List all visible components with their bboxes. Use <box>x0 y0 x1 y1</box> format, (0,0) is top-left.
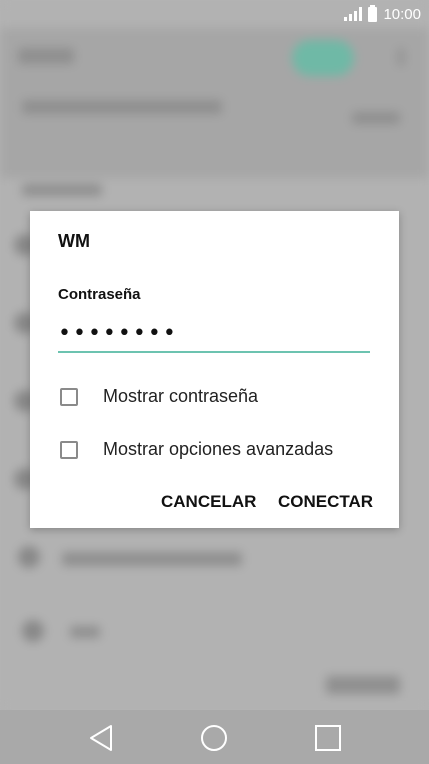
background-subtitle <box>22 100 222 114</box>
show-password-label: Mostrar contraseña <box>103 386 259 406</box>
battery-icon <box>368 4 378 22</box>
status-clock: 10:00 <box>383 5 421 23</box>
background-button <box>326 676 400 694</box>
advanced-options-label: Mostrar opciones avanzadas <box>103 439 334 459</box>
back-icon[interactable] <box>88 724 114 757</box>
background-menu <box>398 48 404 66</box>
background-toggle <box>292 40 354 76</box>
advanced-options-checkbox[interactable] <box>60 440 78 459</box>
connect-button[interactable]: CONECTAR <box>278 492 373 512</box>
home-icon[interactable] <box>200 724 228 757</box>
show-password-option[interactable]: Mostrar contraseña <box>60 386 258 407</box>
navigation-bar <box>0 710 429 764</box>
recents-icon[interactable] <box>314 724 342 757</box>
show-password-checkbox[interactable] <box>60 387 78 406</box>
password-label: Contraseña <box>58 286 141 303</box>
signal-icon <box>344 7 363 21</box>
background-subtitle-action <box>352 112 400 124</box>
cancel-button[interactable]: CANCELAR <box>161 492 256 512</box>
background-title <box>18 48 74 64</box>
screen: 10:00 WM Contraseña Mostrar contraseña M… <box>0 0 429 764</box>
background-row-icon <box>18 546 40 568</box>
background-row-text <box>62 552 242 566</box>
dialog-title: WM <box>58 231 90 251</box>
password-input[interactable] <box>58 315 370 353</box>
background-section-header <box>22 184 102 196</box>
background-row-text <box>70 626 100 638</box>
background-row-icon <box>22 620 44 642</box>
advanced-options-option[interactable]: Mostrar opciones avanzadas <box>60 439 333 460</box>
wifi-password-dialog: WM Contraseña Mostrar contraseña Mostrar… <box>30 211 399 528</box>
status-bar: 10:00 <box>0 0 429 28</box>
